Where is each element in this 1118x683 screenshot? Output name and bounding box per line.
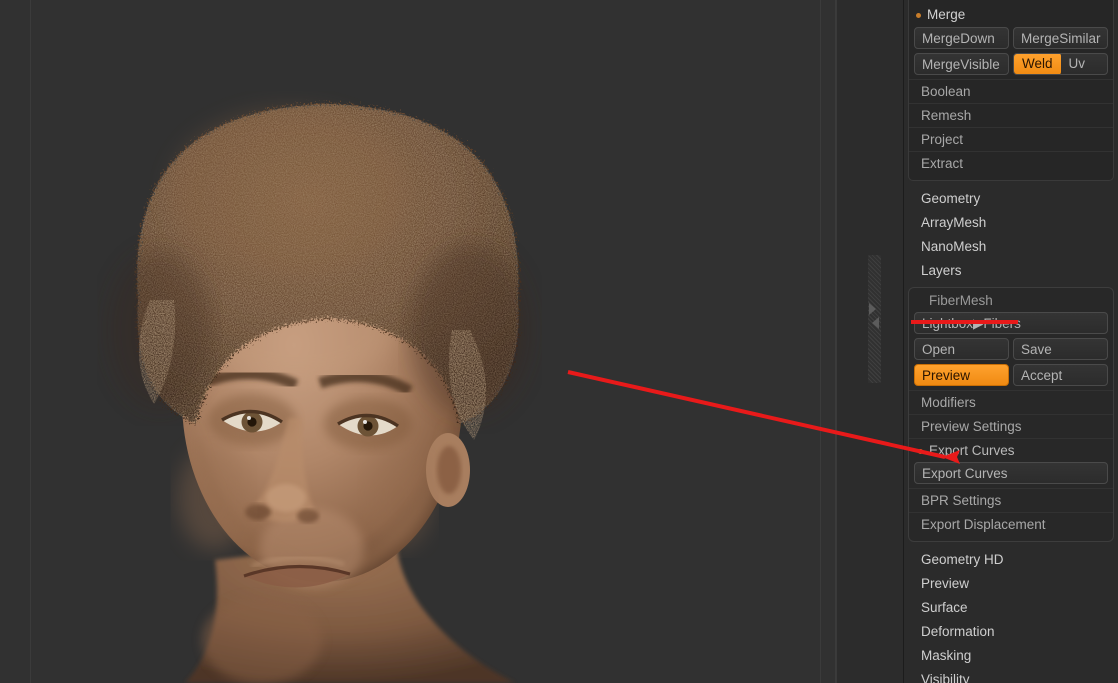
extract-row[interactable]: Extract [909,151,1113,175]
save-button[interactable]: Save [1013,338,1108,360]
open-save-row: Open Save [909,338,1113,360]
mergesimilar-button[interactable]: MergeSimilar [1013,27,1108,49]
triangle-left-icon [872,317,879,329]
sidebar-item-surface[interactable]: Surface [904,596,1118,620]
sidebar-item-deformation[interactable]: Deformation [904,620,1118,644]
preview-button[interactable]: Preview [914,364,1009,386]
panel-collapse-handle[interactable] [868,255,881,383]
open-button[interactable]: Open [914,338,1009,360]
export-displacement-row[interactable]: Export Displacement [909,512,1113,536]
section-bullet-icon [918,449,923,454]
merge-buttons-row-1: MergeDown MergeSimilar [909,27,1113,49]
mergevisible-button[interactable]: MergeVisible [914,53,1009,75]
triangle-right-icon [869,303,876,315]
tool-palette: Merge MergeDown MergeSimilar MergeVisibl… [903,0,1118,683]
preview-accept-row: Preview Accept [909,364,1113,386]
merge-title: Merge [927,7,966,22]
viewport-canvas[interactable] [0,0,836,683]
accept-button[interactable]: Accept [1013,364,1108,386]
zbrush-window: Merge MergeDown MergeSimilar MergeVisibl… [0,0,1118,683]
modifiers-row[interactable]: Modifiers [909,390,1113,414]
export-curves-button[interactable]: Export Curves [914,462,1108,484]
export-curves-section-header[interactable]: Export Curves [909,438,1113,462]
sidebar-item-layers[interactable]: Layers [904,259,1118,283]
uv-toggle[interactable]: Uv [1061,54,1094,74]
weld-toggle[interactable]: Weld [1014,54,1061,74]
fibermesh-group: FiberMesh Lightbox▶Fibers Open Save Prev… [908,287,1114,542]
lightbox-row: Lightbox▶Fibers [909,312,1113,334]
head-sculpt-model[interactable] [0,0,836,683]
palette-nav-top: Geometry ArrayMesh NanoMesh Layers [904,181,1118,283]
bpr-settings-row[interactable]: BPR Settings [909,488,1113,512]
export-curves-row: Export Curves [909,462,1113,484]
sidebar-item-nanomesh[interactable]: NanoMesh [904,235,1118,259]
sidebar-item-arraymesh[interactable]: ArrayMesh [904,211,1118,235]
lightbox-fibers-button[interactable]: Lightbox▶Fibers [914,312,1108,334]
sidebar-item-geometry-hd[interactable]: Geometry HD [904,548,1118,572]
sidebar-item-geometry[interactable]: Geometry [904,187,1118,211]
remesh-row[interactable]: Remesh [909,103,1113,127]
merge-buttons-row-2: MergeVisible Weld Uv [909,53,1113,75]
mergedown-button[interactable]: MergeDown [914,27,1009,49]
weld-uv-segmented: Weld Uv [1013,53,1108,75]
section-bullet-icon [916,13,921,18]
project-row[interactable]: Project [909,127,1113,151]
panel-divider[interactable] [836,0,903,683]
fibermesh-title: FiberMesh [929,293,993,308]
export-curves-section-title: Export Curves [929,443,1015,458]
merge-group: Merge MergeDown MergeSimilar MergeVisibl… [908,0,1114,181]
palette-nav-bottom: Geometry HD Preview Surface Deformation … [904,542,1118,683]
sidebar-item-visibility[interactable]: Visibility [904,668,1118,683]
preview-settings-row[interactable]: Preview Settings [909,414,1113,438]
merge-section-header[interactable]: Merge [909,3,1113,27]
boolean-row[interactable]: Boolean [909,79,1113,103]
sidebar-item-preview[interactable]: Preview [904,572,1118,596]
sidebar-item-masking[interactable]: Masking [904,644,1118,668]
